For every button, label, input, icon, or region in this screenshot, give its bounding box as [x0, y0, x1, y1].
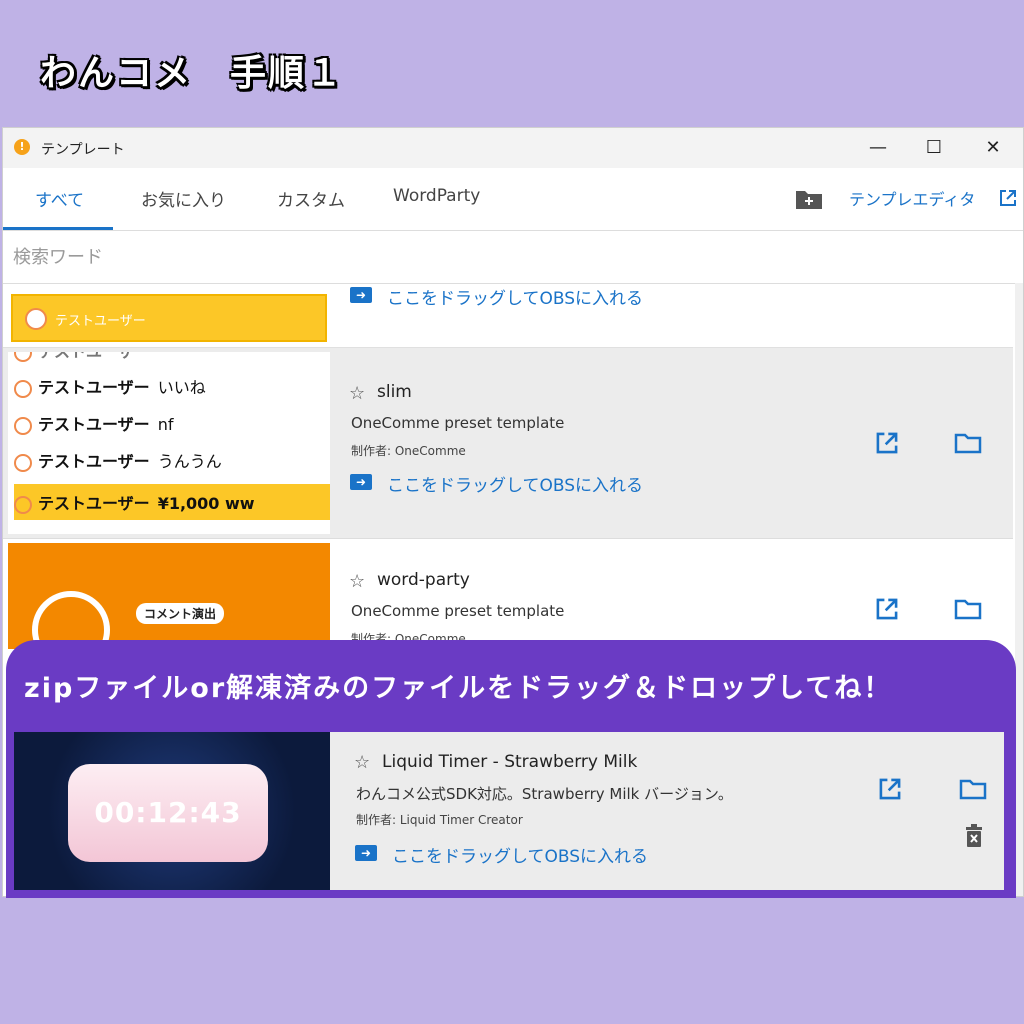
partial-thumbnail: テストユーザー	[11, 294, 327, 342]
template-name: slim	[377, 382, 412, 402]
chat-line: テストユーザー nf	[14, 411, 330, 445]
close-button[interactable]: ✕	[968, 132, 1018, 164]
favorite-star-icon[interactable]: ☆	[349, 383, 365, 404]
chat-line: テストユーザー うんうん	[14, 448, 330, 482]
template-row-dropped: 00:12:43 ☆ Liquid Timer - Strawberry Mil…	[14, 732, 1004, 890]
favorite-star-icon[interactable]: ☆	[349, 571, 365, 592]
maximize-button[interactable]: ☐	[909, 132, 959, 164]
title-bar: ! テンプレート — ☐ ✕	[3, 128, 1023, 168]
open-external-icon[interactable]	[877, 776, 903, 802]
search-row: 検索ワード	[3, 231, 1023, 284]
open-external-icon[interactable]	[998, 188, 1018, 208]
thumb-label: コメント演出	[136, 603, 225, 624]
tab-bar: すべて お気に入り カスタム WordParty テンプレエディタ	[3, 168, 1023, 231]
template-row-partial: テストユーザー ➜ ここをドラッグしてOBSに入れる	[3, 284, 1013, 348]
tab-custom[interactable]: カスタム	[277, 186, 345, 211]
slim-thumbnail: テストユーザー テストユーザーいいね テストユーザーnf テストユーザーうんうん…	[8, 352, 330, 534]
open-external-icon[interactable]	[874, 430, 900, 456]
banner-text: zipファイルor解凍済みのファイルをドラッグ＆ドロップしてね！	[24, 673, 893, 704]
app-icon: !	[14, 139, 30, 155]
template-description: OneComme preset template	[351, 414, 565, 432]
template-description: OneComme preset template	[351, 602, 565, 620]
template-editor-link[interactable]: テンプレエディタ	[849, 186, 975, 210]
scrollbar[interactable]	[1015, 283, 1023, 896]
word-party-thumbnail: コメント演出	[8, 543, 330, 649]
drag-obs-icon[interactable]: ➜	[350, 474, 372, 490]
partial-chat-user: テストユーザー	[55, 314, 146, 329]
open-external-icon[interactable]	[874, 596, 900, 622]
tab-favorites[interactable]: お気に入り	[141, 186, 226, 211]
drop-instruction-banner: zipファイルor解凍済みのファイルをドラッグ＆ドロップしてね！ 00:12:4…	[6, 640, 1016, 898]
drag-obs-icon[interactable]: ➜	[355, 845, 377, 861]
template-author: 制作者: OneComme	[351, 444, 466, 458]
timer-display: 00:12:43	[68, 764, 268, 862]
favorite-star-icon[interactable]: ☆	[354, 752, 370, 773]
folder-icon[interactable]	[954, 432, 982, 454]
trash-icon[interactable]	[964, 824, 984, 848]
drag-to-obs-label[interactable]: ここをドラッグしてOBSに入れる	[387, 471, 643, 496]
tab-all[interactable]: すべて	[35, 186, 84, 211]
template-row: コメント演出 ☆ word-party OneComme preset temp…	[3, 539, 1013, 649]
window-title: テンプレート	[41, 142, 125, 158]
template-description: わんコメ公式SDK対応。Strawberry Milk バージョン。	[356, 785, 733, 803]
page-heading: わんコメ 手順１	[40, 53, 345, 94]
drag-to-obs-label[interactable]: ここをドラッグしてOBSに入れる	[392, 842, 648, 867]
template-row: テストユーザー テストユーザーいいね テストユーザーnf テストユーザーうんうん…	[3, 348, 1013, 539]
tab-wordparty[interactable]: WordParty	[393, 186, 480, 206]
template-name: word-party	[377, 570, 470, 590]
template-author: 制作者: Liquid Timer Creator	[356, 813, 523, 827]
add-folder-icon[interactable]	[795, 188, 823, 210]
liquid-timer-thumbnail: 00:12:43	[14, 732, 330, 890]
drag-to-obs-label[interactable]: ここをドラッグしてOBSに入れる	[387, 284, 643, 309]
minimize-button[interactable]: —	[853, 132, 903, 164]
drag-obs-icon[interactable]: ➜	[350, 287, 372, 303]
folder-icon[interactable]	[959, 778, 987, 800]
folder-icon[interactable]	[954, 598, 982, 620]
template-name: Liquid Timer - Strawberry Milk	[382, 752, 638, 772]
chat-line-highlight: テストユーザー ¥1,000 ww	[14, 484, 330, 520]
search-input[interactable]: 検索ワード	[13, 243, 103, 269]
chat-line: テストユーザー いいね	[14, 374, 330, 408]
active-tab-indicator	[3, 227, 113, 230]
